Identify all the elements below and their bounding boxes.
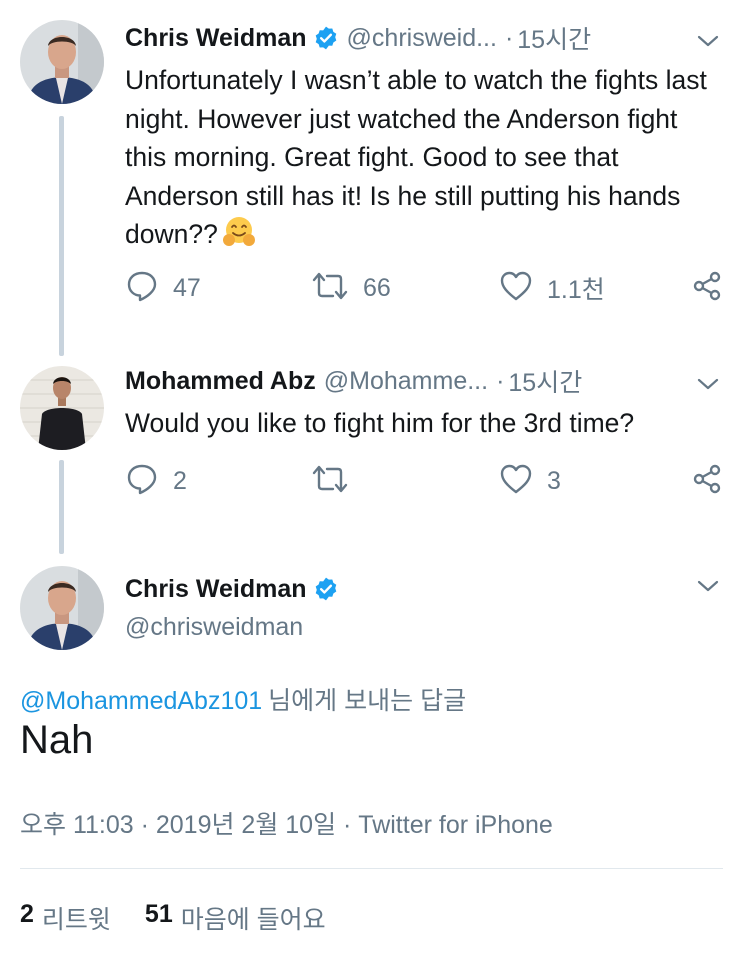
tweet-2-actions: 2 3 bbox=[125, 461, 725, 501]
reply-icon bbox=[125, 269, 159, 308]
retweet-icon bbox=[311, 464, 349, 499]
like-count: 1.1천 bbox=[547, 276, 605, 304]
focused-tweet-handle-row: @chrisweidman bbox=[125, 610, 303, 644]
reply-icon bbox=[125, 462, 159, 501]
separator-dot: · bbox=[496, 366, 505, 395]
reply-button[interactable]: 2 bbox=[125, 461, 187, 501]
author-name[interactable]: Chris Weidman bbox=[125, 575, 307, 604]
like-count: 3 bbox=[547, 466, 561, 495]
tweet-1-actions: 47 66 1.1천 bbox=[125, 268, 725, 308]
share-icon bbox=[691, 270, 723, 307]
heart-icon bbox=[499, 463, 533, 500]
verified-badge-icon bbox=[313, 25, 339, 51]
retweet-button[interactable]: 66 bbox=[311, 268, 391, 308]
like-total: 51 bbox=[144, 900, 173, 928]
reply-count: 2 bbox=[173, 466, 187, 495]
engagement-stats: 2 리트윗 51 마음에 들어요 bbox=[20, 900, 326, 936]
tweet-1-header: Chris Weidman @chrisweid... · 15시간 bbox=[125, 21, 591, 55]
retweet-label: 리트윗 bbox=[41, 906, 111, 934]
reply-count: 47 bbox=[173, 273, 201, 302]
thread-line-2 bbox=[59, 460, 64, 554]
separator-dot: · bbox=[504, 23, 514, 52]
author-handle[interactable]: @chrisweidman bbox=[125, 613, 303, 642]
retweet-count: 66 bbox=[363, 273, 391, 302]
chevron-down-icon[interactable] bbox=[695, 371, 721, 397]
divider bbox=[20, 868, 723, 869]
share-button[interactable] bbox=[691, 268, 723, 308]
reply-mention-link[interactable]: @MohammedAbz101 bbox=[20, 687, 262, 715]
like-button[interactable]: 1.1천 bbox=[499, 268, 605, 308]
tweet-text-body: Unfortunately I wasn’t able to watch the… bbox=[125, 65, 707, 249]
author-name[interactable]: Mohammed Abz bbox=[125, 367, 316, 396]
avatar-chris-weidman[interactable] bbox=[20, 566, 104, 650]
author-name[interactable]: Chris Weidman bbox=[125, 24, 307, 53]
retweets-stat[interactable]: 2 리트윗 bbox=[20, 900, 111, 936]
tweet-timestamp-source[interactable]: 오후 11:03 · 2019년 2월 10일 · Twitter for iP… bbox=[20, 805, 553, 841]
avatar-chris-weidman[interactable] bbox=[20, 20, 104, 104]
share-icon bbox=[691, 463, 723, 500]
share-button[interactable] bbox=[691, 461, 723, 501]
retweet-icon bbox=[311, 271, 349, 306]
hugging-face-emoji bbox=[222, 215, 256, 260]
avatar-mohammed-abz[interactable] bbox=[20, 366, 104, 450]
focused-tweet-name-row: Chris Weidman bbox=[125, 572, 339, 606]
chevron-down-icon[interactable] bbox=[695, 28, 721, 54]
like-button[interactable]: 3 bbox=[499, 461, 561, 501]
retweet-button[interactable] bbox=[311, 461, 363, 501]
replying-to: @MohammedAbz101 님에게 보내는 답글 bbox=[20, 681, 466, 717]
retweet-total: 2 bbox=[20, 900, 34, 928]
chevron-down-icon[interactable] bbox=[695, 573, 721, 599]
like-label: 마음에 들어요 bbox=[180, 906, 326, 934]
focused-tweet-text: Nah bbox=[20, 718, 94, 762]
reply-button[interactable]: 47 bbox=[125, 268, 201, 308]
tweet-2-header: Mohammed Abz @Mohamme... · 15시간 bbox=[125, 364, 582, 398]
tweet-text: Would you like to fight him for the 3rd … bbox=[125, 408, 635, 438]
author-handle[interactable]: @Mohamme... bbox=[324, 367, 488, 396]
verified-badge-icon bbox=[313, 576, 339, 602]
heart-icon bbox=[499, 270, 533, 307]
thread-line-1 bbox=[59, 116, 64, 356]
tweet-time[interactable]: 15시간 bbox=[508, 363, 582, 399]
author-handle[interactable]: @chrisweid... bbox=[347, 24, 497, 53]
likes-stat[interactable]: 51 마음에 들어요 bbox=[145, 900, 326, 936]
tweet-time[interactable]: 15시간 bbox=[517, 20, 591, 56]
tweet-text: Unfortunately I wasn’t able to watch the… bbox=[125, 61, 725, 260]
reply-suffix: 님에게 보내는 답글 bbox=[268, 687, 467, 715]
